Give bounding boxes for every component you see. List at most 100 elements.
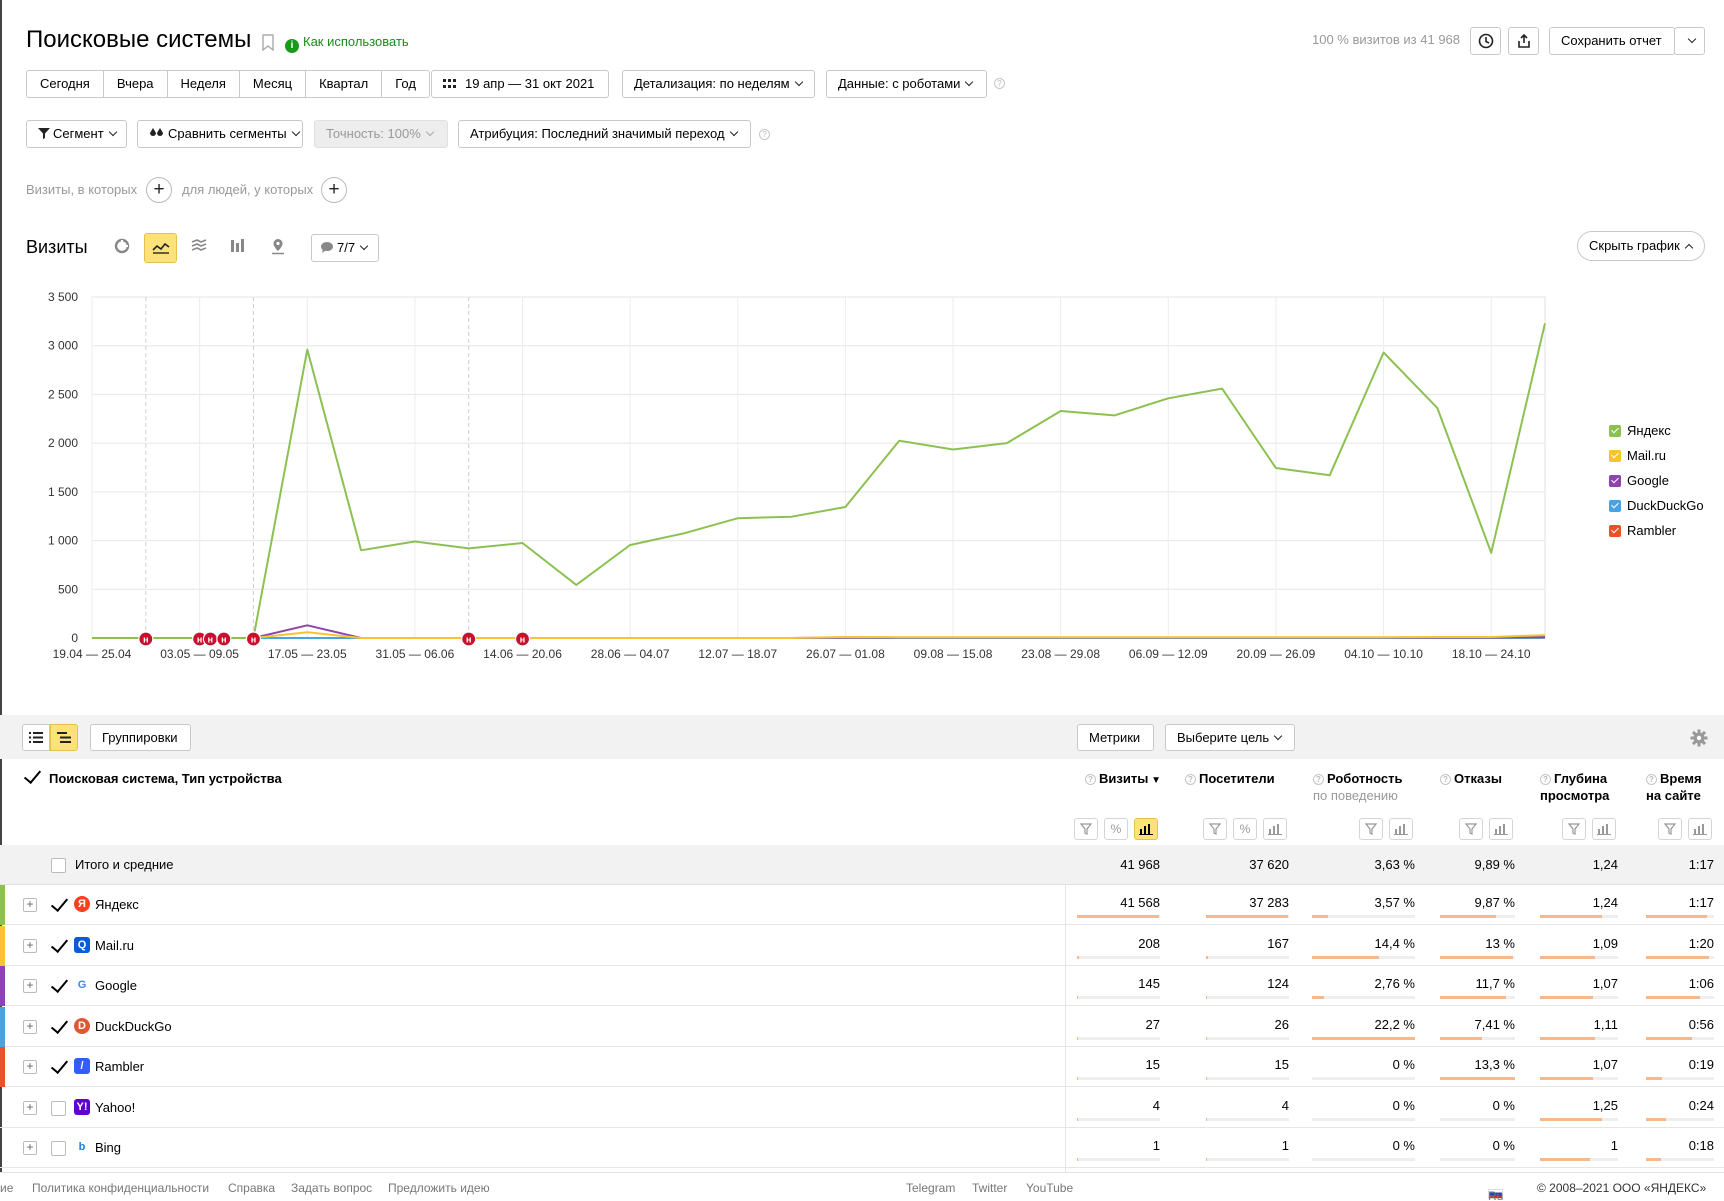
expand-row-button[interactable]: +	[23, 1141, 37, 1155]
legend-item[interactable]: DuckDuckGo	[1609, 498, 1704, 513]
choose-goal-dropdown[interactable]: Выберите цель	[1165, 724, 1295, 751]
row-checkbox[interactable]	[51, 1019, 66, 1035]
column-bars-icon[interactable]	[1134, 818, 1158, 840]
row-checkbox[interactable]	[51, 898, 66, 913]
column-bars-icon[interactable]	[1263, 818, 1287, 840]
annotation-marker[interactable]: н	[138, 631, 154, 647]
column-filter-icon[interactable]	[1359, 818, 1383, 840]
row-label[interactable]: Rambler	[95, 1059, 144, 1074]
column-header[interactable]: ? Время на сайте	[1646, 770, 1702, 804]
annotation-marker[interactable]: н	[245, 631, 262, 647]
help-icon[interactable]: ?	[1646, 774, 1657, 786]
column-header[interactable]: ? Визиты ▼	[1085, 770, 1161, 789]
sort-desc-icon[interactable]: ▼	[1148, 775, 1161, 786]
how-to-use-link[interactable]: i Как использовать	[285, 34, 409, 53]
table-row[interactable]: + Я Яндекс 41 568 37 283 3,57 % 9,87 % 1,24 1:17	[0, 885, 1724, 925]
table-row[interactable]: + G Google 145 124 2,76 % 11,7 % 1,07 1:06	[0, 966, 1724, 1006]
share-button[interactable]	[1508, 27, 1539, 55]
annotation-marker[interactable]: н	[192, 631, 208, 647]
period-month[interactable]: Месяц	[240, 71, 307, 97]
column-percent-icon[interactable]: %	[1104, 818, 1128, 840]
expand-row-button[interactable]: +	[23, 979, 37, 993]
row-label[interactable]: Yahoo!	[95, 1100, 135, 1115]
legend-item[interactable]: Яндекс	[1609, 423, 1671, 438]
row-checkbox[interactable]	[51, 1100, 66, 1116]
save-report-button[interactable]: Сохранить отчет	[1549, 27, 1675, 55]
row-checkbox[interactable]	[51, 979, 66, 994]
help-icon[interactable]: ?	[1185, 774, 1196, 786]
footer-telegram-link[interactable]: Telegram	[906, 1181, 955, 1195]
column-filter-icon[interactable]	[1562, 818, 1586, 840]
segment-dropdown[interactable]: Сегмент	[26, 120, 127, 148]
column-header[interactable]: ? Посетители	[1185, 770, 1275, 787]
expand-row-button[interactable]: +	[23, 1060, 37, 1074]
expand-row-button[interactable]: +	[23, 1019, 37, 1034]
column-bars-icon[interactable]	[1592, 818, 1616, 840]
footer-youtube-link[interactable]: YouTube	[1026, 1181, 1073, 1195]
chart-type-line-button[interactable]	[144, 233, 177, 263]
period-quarter[interactable]: Квартал	[306, 71, 383, 97]
column-percent-icon[interactable]: %	[1233, 818, 1257, 840]
row-checkbox[interactable]	[51, 1141, 66, 1156]
column-bars-icon[interactable]	[1389, 818, 1413, 840]
metrics-button[interactable]: Метрики	[1077, 724, 1154, 751]
chart-type-area-button[interactable]	[191, 239, 207, 256]
help-icon[interactable]: ?	[1540, 774, 1551, 786]
annotations-dropdown[interactable]: 7/7	[311, 234, 379, 262]
footer-ask-link[interactable]: Задать вопрос	[291, 1181, 372, 1195]
legend-checkbox[interactable]	[1609, 425, 1621, 437]
footer-twitter-link[interactable]: Twitter	[972, 1181, 1007, 1195]
column-header[interactable]: ? Роботность по поведению	[1313, 770, 1403, 804]
row-checkbox[interactable]	[51, 938, 66, 954]
column-bars-icon[interactable]	[1688, 818, 1712, 840]
settings-gear-icon[interactable]	[1690, 729, 1708, 750]
legend-checkbox[interactable]	[1609, 525, 1621, 537]
totals-checkbox[interactable]	[51, 858, 66, 873]
legend-item[interactable]: Rambler	[1609, 523, 1676, 538]
add-people-condition-button[interactable]: +	[321, 177, 347, 203]
period-year[interactable]: Год	[382, 71, 429, 97]
column-header[interactable]: ? Отказы	[1440, 770, 1502, 787]
row-label[interactable]: Google	[95, 978, 137, 993]
expand-row-button[interactable]: +	[23, 938, 37, 953]
date-range-button[interactable]: 19 апр — 31 окт 2021	[431, 70, 609, 98]
table-row[interactable]: + b Bing 1 1 0 % 0 % 1 0:18	[0, 1128, 1724, 1168]
view-tree-button[interactable]	[50, 724, 78, 751]
table-row[interactable]: + / Rambler 15 15 0 % 13,3 % 1,07 0:19	[0, 1047, 1724, 1087]
row-label[interactable]: DuckDuckGo	[95, 1019, 172, 1034]
annotation-marker[interactable]: н	[461, 631, 477, 647]
period-yesterday[interactable]: Вчера	[104, 71, 168, 97]
detail-dropdown[interactable]: Детализация: по неделям	[622, 70, 815, 98]
save-report-dropdown[interactable]	[1674, 27, 1705, 55]
groupings-button[interactable]: Группировки	[90, 724, 191, 751]
column-filter-icon[interactable]	[1074, 818, 1098, 840]
help-icon[interactable]: ?	[1440, 774, 1451, 786]
footer-idea-link[interactable]: Предложить идею	[388, 1181, 490, 1195]
legend-item[interactable]: Google	[1609, 473, 1669, 488]
footer-privacy-link[interactable]: Политика конфиденциальности	[32, 1181, 209, 1195]
legend-checkbox[interactable]	[1609, 500, 1621, 512]
row-checkbox[interactable]	[51, 1060, 66, 1075]
column-header[interactable]: ? Глубина просмотра	[1540, 770, 1609, 804]
hide-chart-button[interactable]: Скрыть график	[1577, 231, 1705, 261]
column-filter-icon[interactable]	[1658, 818, 1682, 840]
help-icon[interactable]: ?	[1085, 774, 1096, 786]
period-week[interactable]: Неделя	[168, 71, 240, 97]
expand-row-button[interactable]: +	[23, 1100, 37, 1115]
chart-type-bar-button[interactable]	[230, 238, 246, 257]
view-list-button[interactable]	[22, 724, 50, 751]
compare-segments-dropdown[interactable]: Сравнить сегменты	[137, 120, 303, 148]
legend-item[interactable]: Mail.ru	[1609, 448, 1666, 463]
expand-row-button[interactable]: +	[23, 898, 37, 912]
add-visit-condition-button[interactable]: +	[146, 177, 172, 203]
attribution-dropdown[interactable]: Атрибуция: Последний значимый переход	[458, 120, 751, 148]
table-row[interactable]: + Q Mail.ru 208 167 14,4 % 13 % 1,09 1:20	[0, 925, 1724, 966]
help-icon[interactable]: ?	[759, 129, 770, 140]
dimension-checkbox[interactable]	[24, 770, 39, 785]
help-icon[interactable]: ?	[1313, 774, 1324, 786]
data-dropdown[interactable]: Данные: с роботами	[826, 70, 987, 98]
footer-link-cut[interactable]: ие	[0, 1181, 13, 1195]
row-label[interactable]: Mail.ru	[95, 938, 134, 953]
accuracy-dropdown[interactable]: Точность: 100%	[314, 120, 448, 148]
history-button[interactable]	[1470, 27, 1501, 55]
